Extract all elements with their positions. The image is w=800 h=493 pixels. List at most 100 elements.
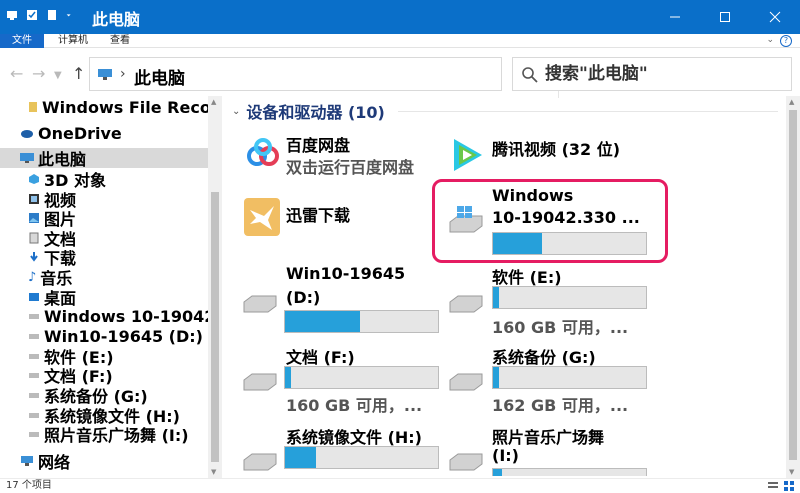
drive-free-space: 162 GB 可用，...	[492, 396, 629, 415]
breadcrumb-this-pc[interactable]: 此电脑	[134, 64, 185, 89]
expand-ribbon-icon[interactable]: ⌄	[766, 35, 774, 45]
nav-item-drive-f[interactable]: 文档 (F:)	[28, 365, 113, 386]
drive-icon	[29, 334, 39, 339]
tab-file[interactable]: 文件	[0, 34, 44, 48]
scroll-down-icon[interactable]: ▼	[211, 468, 216, 476]
drive-usage-bar	[492, 468, 647, 476]
drive-icon	[449, 295, 483, 313]
drive-tile-g[interactable]: 系统备份 (G:) 162 GB 可用，...	[442, 342, 657, 416]
drive-usage-bar	[284, 310, 439, 333]
search-box[interactable]	[512, 57, 792, 91]
drive-free-space: 160 GB 可用，...	[492, 318, 629, 337]
nav-label: Windows 10-19042	[44, 306, 216, 326]
drive-usage-fill	[285, 367, 292, 388]
drive-usage-bar	[284, 366, 439, 389]
cube-icon	[29, 174, 39, 184]
nav-label: Win10-19645 (D:)	[44, 326, 203, 346]
nav-item-windows-file-recovery[interactable]: Windows File Reco	[28, 97, 211, 117]
nav-item-drive-g[interactable]: 系统备份 (G:)	[28, 385, 148, 406]
drive-usage-fill	[493, 367, 500, 388]
scroll-up-icon[interactable]: ▲	[211, 98, 216, 106]
drive-tile-e[interactable]: 软件 (E:) 160 GB 可用，...	[442, 262, 657, 337]
forward-button[interactable]: →	[32, 64, 45, 83]
nav-item-network[interactable]: 网络	[20, 451, 71, 472]
drive-icon	[243, 453, 277, 471]
window-title: 此电脑	[92, 10, 141, 29]
collapse-group-icon[interactable]: ⌄	[232, 106, 240, 117]
this-pc-icon	[98, 69, 112, 80]
group-header[interactable]: ⌄ 设备和驱动器 (10)	[232, 100, 385, 122]
xunlei-bird-icon	[244, 198, 280, 236]
drive-icon	[449, 373, 483, 391]
nav-item-pictures[interactable]: 图片	[28, 208, 76, 229]
minimize-button[interactable]	[650, 0, 700, 34]
up-button[interactable]: ↑	[72, 64, 85, 83]
picture-icon	[29, 213, 39, 223]
drive-name-line1: Win10-19645	[286, 264, 406, 283]
scroll-down-icon[interactable]: ▼	[789, 468, 794, 476]
group-divider	[398, 111, 778, 112]
nav-item-onedrive[interactable]: OneDrive	[20, 123, 122, 143]
maximize-button[interactable]	[700, 0, 750, 34]
maximize-icon	[720, 12, 730, 22]
computer-icon	[20, 153, 34, 163]
drive-usage-fill	[285, 311, 360, 332]
tiles-view-icon[interactable]	[784, 481, 794, 491]
properties-icon[interactable]	[26, 9, 38, 21]
nav-item-3d-objects[interactable]: 3D 对象	[28, 169, 106, 190]
customize-qat-icon[interactable]	[66, 9, 74, 21]
address-bar[interactable]: › 此电脑 ⌄ ↻	[89, 57, 582, 98]
nav-label: 照片音乐广场舞 (I:)	[44, 426, 189, 445]
drive-icon	[29, 354, 39, 359]
drive-icon	[29, 314, 39, 319]
ribbon: 文件 计算机 查看 ⌄ ?	[0, 34, 800, 48]
nav-item-drive-i[interactable]: 照片音乐广场舞 (I:)	[28, 424, 189, 445]
drive-tile-d[interactable]: Win10-19645 (D:)	[238, 262, 443, 334]
video-icon	[29, 194, 39, 204]
app-tile-tencent-video[interactable]: 腾讯视频 (32 位)	[442, 130, 642, 180]
app-tile-baidu-netdisk[interactable]: 百度网盘 双击运行百度网盘	[238, 130, 428, 180]
app-tile-xunlei[interactable]: 迅雷下载	[238, 192, 428, 242]
nav-item-desktop[interactable]: 桌面	[28, 287, 76, 308]
new-folder-icon[interactable]	[46, 9, 58, 21]
nav-item-drive-c[interactable]: Windows 10-19042	[28, 306, 215, 326]
drive-icon	[449, 453, 483, 471]
nav-label: 网络	[38, 453, 71, 472]
drive-icon	[29, 393, 39, 398]
drive-tile-i[interactable]: 照片音乐广场舞 (I:)	[442, 422, 657, 476]
drive-tile-h[interactable]: 系统镜像文件 (H:)	[238, 422, 443, 476]
close-button[interactable]	[750, 0, 800, 34]
tab-view[interactable]: 查看	[104, 34, 136, 48]
search-input[interactable]	[545, 61, 785, 87]
drive-icon	[29, 413, 39, 418]
music-note-icon: ♪	[28, 269, 37, 285]
app-description: 双击运行百度网盘	[286, 158, 415, 177]
drive-free-space: 160 GB 可用，...	[286, 396, 423, 415]
minimize-icon	[670, 16, 680, 18]
close-icon	[769, 11, 781, 23]
desktop-icon	[29, 293, 39, 301]
nav-label: Windows File Reco	[42, 97, 211, 117]
breadcrumb-separator-icon[interactable]: ›	[120, 66, 126, 82]
back-button[interactable]: ←	[10, 64, 23, 83]
drive-tile-f[interactable]: 文档 (F:) 160 GB 可用，...	[238, 342, 443, 416]
tab-computer[interactable]: 计算机	[52, 34, 94, 48]
scroll-up-icon[interactable]: ▲	[789, 98, 794, 106]
nav-item-downloads[interactable]: 下载	[28, 247, 76, 268]
scrollbar-thumb[interactable]	[789, 110, 797, 460]
nav-item-music[interactable]: ♪ 音乐	[28, 267, 72, 288]
nav-item-this-pc[interactable]: 此电脑	[0, 148, 208, 169]
scrollbar-thumb[interactable]	[211, 192, 219, 462]
help-button[interactable]: ?	[780, 35, 792, 47]
recent-locations-button[interactable]: ▼	[54, 70, 62, 81]
baidu-netdisk-icon	[247, 138, 279, 166]
drive-usage-bar	[284, 446, 439, 469]
group-title: 设备和驱动器 (10)	[246, 103, 385, 122]
tencent-video-icon	[454, 139, 482, 171]
nav-item-drive-d[interactable]: Win10-19645 (D:)	[28, 326, 203, 346]
navigation-scrollbar[interactable]: ▲ ▼	[208, 96, 222, 478]
drive-name-line1: 系统镜像文件 (H:)	[286, 428, 422, 447]
drive-name-line2: (I:)	[492, 446, 519, 465]
details-view-icon[interactable]	[768, 481, 778, 491]
content-scrollbar[interactable]: ▲ ▼	[786, 96, 800, 478]
